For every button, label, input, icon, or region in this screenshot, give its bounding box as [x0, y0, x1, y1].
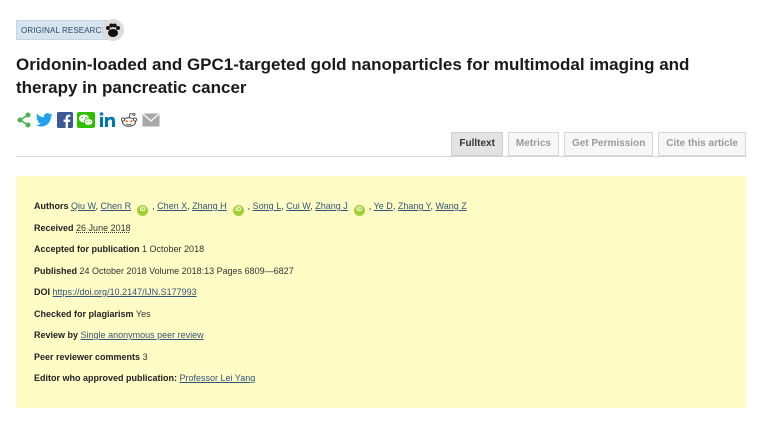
plagiarism-label: Checked for plagiarism [34, 308, 134, 319]
twitter-icon[interactable] [36, 113, 53, 127]
reviewer-comments-count: 3 [142, 351, 148, 362]
accepted-date: 1 October 2018 [142, 244, 205, 254]
article-type-badge: ORIGINAL RESEARCH [16, 20, 113, 40]
author-link[interactable]: Qiu W [71, 201, 96, 211]
article-title: Oridonin-loaded and GPC1-targeted gold n… [16, 55, 690, 97]
tab-metrics[interactable]: Metrics [507, 132, 559, 156]
doi-row: DOI https://doi.org/10.2147/IJN.S177993 [34, 282, 746, 304]
review-row: Review by Single anonymous peer review [34, 325, 746, 347]
orcid-icon[interactable]: iD [137, 205, 149, 216]
tab-cite-this-article[interactable]: Cite this article [658, 132, 746, 156]
orcid-icon[interactable]: iD [353, 205, 365, 216]
wechat-icon[interactable] [77, 112, 95, 128]
share-bar [16, 111, 160, 129]
author-link[interactable]: Cui W [286, 201, 310, 211]
share-icon[interactable] [16, 112, 32, 128]
review-type-link[interactable]: Single anonymous peer review [81, 330, 204, 340]
author-link[interactable]: Wang Z [436, 201, 467, 211]
author-link[interactable]: Zhang J [315, 201, 348, 211]
article-info-box: Authors Qiu W, Chen RiD, Chen X, Zhang H… [16, 176, 746, 408]
orcid-icon[interactable]: iD [232, 205, 244, 216]
linkedin-icon[interactable] [99, 112, 116, 128]
doi-link[interactable]: https://doi.org/10.2147/IJN.S177993 [53, 287, 197, 297]
plagiarism-row: Checked for plagiarism Yes [34, 304, 746, 326]
authors-row: Authors Qiu W, Chen RiD, Chen X, Zhang H… [34, 196, 746, 218]
doi-label: DOI [34, 287, 51, 297]
author-link[interactable]: Zhang H [192, 201, 227, 211]
tab-divider [16, 156, 746, 157]
reviewer-comments-row: Peer reviewer comments 3 [34, 347, 746, 369]
authors-label: Authors [34, 201, 69, 211]
accepted-row: Accepted for publication 1 October 2018 [34, 239, 746, 261]
accepted-label: Accepted for publication [34, 244, 140, 254]
article-tabs: Fulltext Metrics Get Permission Cite thi… [451, 132, 746, 156]
received-label: Received [34, 222, 74, 233]
reviewer-comments-label: Peer reviewer comments [34, 351, 141, 362]
facebook-icon[interactable] [57, 112, 73, 128]
editor-row: Editor who approved publication: Profess… [34, 368, 746, 390]
email-icon[interactable] [142, 113, 160, 127]
author-link[interactable]: Zhang Y [398, 201, 431, 211]
reddit-icon[interactable] [120, 112, 138, 128]
author-link[interactable]: Song L [253, 201, 282, 211]
author-link[interactable]: Ye D [374, 201, 393, 211]
plagiarism-value: Yes [135, 308, 151, 319]
author-link[interactable]: Chen R [101, 201, 132, 211]
tab-get-permission[interactable]: Get Permission [563, 132, 654, 156]
published-label: Published [34, 265, 78, 276]
received-date: 26 June 2018 [76, 222, 131, 233]
published-row: Published 24 October 2018 Volume 2018:13… [34, 261, 746, 283]
tab-fulltext[interactable]: Fulltext [451, 132, 503, 156]
open-access-icon [102, 19, 124, 41]
received-row: Received 26 June 2018 [34, 218, 746, 240]
published-value: 24 October 2018 Volume 2018:13 Pages 680… [79, 265, 294, 276]
review-label: Review by [34, 330, 79, 340]
author-link[interactable]: Chen X [157, 201, 187, 211]
editor-link[interactable]: Professor Lei Yang [180, 373, 256, 383]
editor-label: Editor who approved publication: [34, 373, 177, 383]
